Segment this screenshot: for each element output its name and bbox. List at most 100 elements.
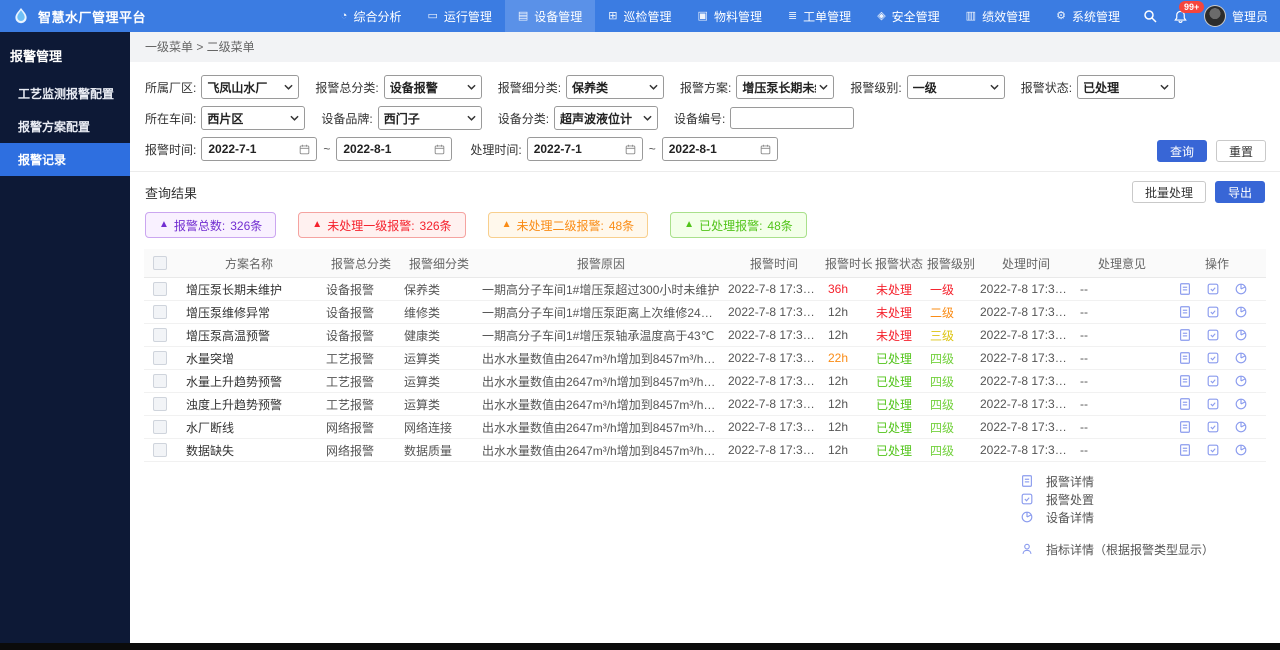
- cell-alarm-time: 2022-7-8 17:32:18: [724, 369, 824, 393]
- nav-item-0-icon: ◔: [340, 9, 348, 22]
- cell-opinion: --: [1076, 369, 1168, 393]
- row-4-checkbox[interactable]: [153, 374, 167, 389]
- sidebar-item-2[interactable]: 报警记录: [0, 143, 130, 176]
- cell-category: 工艺报警: [322, 369, 400, 393]
- filter-select-row1-3[interactable]: 增压泵长期未维: [736, 75, 835, 99]
- handle-time-to-picker[interactable]: 2022-8-1: [661, 137, 778, 161]
- row-7-alarm-detail-icon[interactable]: [1178, 443, 1192, 457]
- row-7-checkbox[interactable]: [153, 443, 167, 458]
- warning-triangle-icon: ▲: [312, 219, 323, 230]
- filter-group: 所在车间: 西片区: [145, 106, 306, 130]
- nav-item-1[interactable]: ▭ 运行管理: [414, 0, 504, 32]
- row-7-device-detail-icon[interactable]: [1234, 443, 1248, 457]
- alarm-time-from-picker[interactable]: 2022-7-1: [201, 137, 318, 161]
- row-2-alarm-detail-icon[interactable]: [1178, 328, 1192, 342]
- row-2-checkbox[interactable]: [153, 328, 167, 343]
- nav-item-0[interactable]: ◔ 综合分析: [328, 0, 415, 32]
- export-button[interactable]: 导出: [1214, 181, 1265, 203]
- filter-select-row2-0[interactable]: 西片区: [201, 106, 306, 130]
- col-header-7: 报警级别: [926, 249, 976, 278]
- calendar-icon: [300, 144, 310, 154]
- cell-level: 一级: [926, 277, 976, 301]
- select-all-checkbox[interactable]: [153, 256, 167, 271]
- row-4-alarm-detail-icon[interactable]: [1178, 374, 1192, 388]
- row-0-checkbox[interactable]: [153, 282, 167, 297]
- filter-select-row1-1[interactable]: 设备报警: [383, 75, 482, 99]
- cell-name: 增压泵长期未维护: [176, 277, 322, 301]
- nav-item-6[interactable]: ◈ 安全管理: [864, 0, 952, 32]
- user-avatar: [1203, 5, 1226, 27]
- cell-reason: 出水水量数值由2647m³/h增加到8457m³/h，突然增...: [478, 346, 724, 370]
- chevron-down-icon: [990, 84, 999, 90]
- row-1-operations: [1172, 305, 1262, 319]
- handle-time-from-picker[interactable]: 2022-7-1: [526, 137, 643, 161]
- sidebar-item-1[interactable]: 报警方案配置: [0, 110, 130, 143]
- filter-select-row1-4[interactable]: 一级: [906, 75, 1005, 99]
- row-3-alarm-detail-icon[interactable]: [1178, 351, 1192, 365]
- batch-handle-button[interactable]: 批量处理: [1131, 181, 1206, 203]
- nav-item-4[interactable]: ▣ 物料管理: [685, 0, 775, 32]
- device-no-input[interactable]: [730, 107, 855, 129]
- row-5-device-detail-icon[interactable]: [1234, 397, 1248, 411]
- row-7-alarm-handle-icon[interactable]: [1206, 443, 1220, 457]
- row-6-device-detail-icon[interactable]: [1234, 420, 1248, 434]
- row-0-alarm-handle-icon[interactable]: [1206, 282, 1220, 296]
- sidebar-item-0[interactable]: 工艺监测报警配置: [0, 77, 130, 110]
- cell-subcategory: 维修类: [400, 300, 478, 324]
- filter-label: 设备品牌:: [321, 111, 373, 126]
- cell-duration: 12h: [824, 392, 872, 416]
- nav-item-5[interactable]: ≣ 工单管理: [775, 0, 864, 32]
- legend-item-0: 报警详情: [1020, 472, 1250, 490]
- filter-select-row1-0[interactable]: 飞凤山水厂: [201, 75, 300, 99]
- row-6-checkbox[interactable]: [153, 420, 167, 435]
- row-2-alarm-handle-icon[interactable]: [1206, 328, 1220, 342]
- search-button[interactable]: 查询: [1156, 140, 1207, 162]
- user-menu[interactable]: 管理员: [1203, 5, 1268, 27]
- chevron-down-icon: [467, 84, 476, 90]
- row-1-alarm-detail-icon[interactable]: [1178, 305, 1192, 319]
- row-0-alarm-detail-icon[interactable]: [1178, 282, 1192, 296]
- row-4-device-detail-icon[interactable]: [1234, 374, 1248, 388]
- row-5-alarm-detail-icon[interactable]: [1178, 397, 1192, 411]
- row-3-checkbox[interactable]: [153, 351, 167, 366]
- row-3-device-detail-icon[interactable]: [1234, 351, 1248, 365]
- badge-label: 报警总数:: [173, 218, 226, 233]
- nav-item-7[interactable]: ▥ 绩效管理: [953, 0, 1043, 32]
- col-header-8: 处理时间: [976, 249, 1076, 278]
- chevron-down-icon: [284, 84, 293, 90]
- cell-name: 水厂断线: [176, 415, 322, 439]
- filter-group: 设备分类: 超声波液位计: [498, 106, 659, 130]
- table-row-3: 水量突增 工艺报警 运算类 出水水量数值由2647m³/h增加到8457m³/h…: [144, 346, 1266, 370]
- logo-icon: [12, 7, 30, 25]
- alarm-time-to-picker[interactable]: 2022-8-1: [336, 137, 453, 161]
- alarm-handle-icon: [1020, 492, 1034, 506]
- row-3-alarm-handle-icon[interactable]: [1206, 351, 1220, 365]
- filter-select-row1-2[interactable]: 保养类: [566, 75, 665, 99]
- filter-select-row1-5[interactable]: 已处理: [1077, 75, 1176, 99]
- row-1-alarm-handle-icon[interactable]: [1206, 305, 1220, 319]
- search-icon[interactable]: [1143, 9, 1157, 23]
- filter-select-row2-1[interactable]: 西门子: [377, 106, 482, 130]
- cell-duration: 12h: [824, 369, 872, 393]
- cell-duration: 36h: [824, 277, 872, 301]
- nav-item-3[interactable]: ⊞ 巡检管理: [595, 0, 684, 32]
- row-0-device-detail-icon[interactable]: [1234, 282, 1248, 296]
- cell-status: 已处理: [872, 369, 926, 393]
- row-7-operations: [1172, 443, 1262, 457]
- row-6-alarm-handle-icon[interactable]: [1206, 420, 1220, 434]
- row-2-device-detail-icon[interactable]: [1234, 328, 1248, 342]
- row-5-alarm-handle-icon[interactable]: [1206, 397, 1220, 411]
- row-6-alarm-detail-icon[interactable]: [1178, 420, 1192, 434]
- row-1-checkbox[interactable]: [153, 305, 167, 320]
- row-1-device-detail-icon[interactable]: [1234, 305, 1248, 319]
- row-5-checkbox[interactable]: [153, 397, 167, 412]
- main-nav: ◔ 综合分析 ▭ 运行管理 ▤ 设备管理 ⊞ 巡检管理 ▣ 物料管理 ≣ 工单管…: [328, 0, 1133, 32]
- nav-item-8[interactable]: ⚙ 系统管理: [1043, 0, 1133, 32]
- cell-status: 已处理: [872, 438, 926, 462]
- notifications-bell-icon[interactable]: 99+: [1173, 0, 1205, 24]
- row-4-alarm-handle-icon[interactable]: [1206, 374, 1220, 388]
- filter-group: 报警级别: 一级: [850, 75, 1005, 99]
- nav-item-2[interactable]: ▤ 设备管理: [504, 0, 596, 32]
- filter-select-row2-2[interactable]: 超声波液位计: [554, 106, 659, 130]
- reset-button[interactable]: 重置: [1215, 140, 1266, 162]
